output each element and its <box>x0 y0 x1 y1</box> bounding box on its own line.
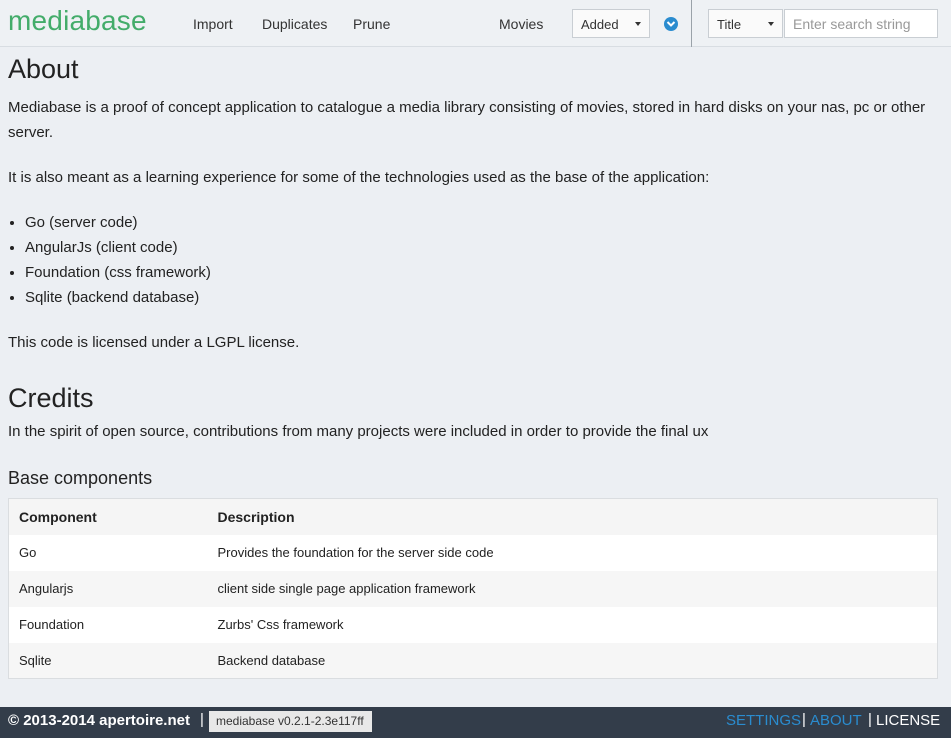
sort-direction-button[interactable] <box>664 17 678 31</box>
app-logo[interactable]: mediabase <box>8 5 147 37</box>
table-row: Angularjs client side single page applic… <box>8 570 938 607</box>
footer-link-license[interactable]: LICENSE <box>876 712 940 729</box>
description-cell: Provides the foundation for the server s… <box>207 534 938 571</box>
component-cell: Foundation <box>8 606 208 643</box>
components-table: Component Description Go Provides the fo… <box>8 498 938 679</box>
component-cell: Sqlite <box>8 642 208 679</box>
table-row: Sqlite Backend database <box>8 642 938 679</box>
footer: © 2013-2014 apertoire.net | mediabase v0… <box>0 707 951 738</box>
version-badge: mediabase v0.2.1-2.3e117ff <box>209 711 372 732</box>
chevron-down-icon <box>635 22 641 26</box>
chevron-down-icon <box>768 22 774 26</box>
credits-title: Credits <box>8 383 94 413</box>
chevron-down-icon <box>666 21 676 27</box>
about-title: About <box>8 54 79 84</box>
component-cell: Angularjs <box>8 570 208 607</box>
table-header-row: Component Description <box>8 498 938 535</box>
footer-link-about[interactable]: ABOUT <box>810 712 862 729</box>
base-components-title: Base components <box>8 468 153 488</box>
description-cell: Backend database <box>207 642 938 679</box>
description-cell: Zurbs' Css framework <box>207 606 938 643</box>
nav-movies[interactable]: Movies <box>499 16 543 32</box>
copyright-text: © 2013-2014 apertoire.net <box>8 712 190 729</box>
nav-duplicates[interactable]: Duplicates <box>262 16 327 32</box>
sort-select[interactable]: Added <box>572 9 650 38</box>
nav-import[interactable]: Import <box>193 16 233 32</box>
footer-separator: | <box>200 711 204 728</box>
list-item: AngularJs (client code) <box>25 235 938 260</box>
table-row: Foundation Zurbs' Css framework <box>8 606 938 643</box>
component-cell: Go <box>8 534 208 571</box>
nav-prune[interactable]: Prune <box>353 16 390 32</box>
list-item: Sqlite (backend database) <box>25 285 938 310</box>
footer-link-settings[interactable]: SETTINGS <box>726 712 801 729</box>
main-content: About Mediabase is a proof of concept ap… <box>8 52 938 679</box>
header-divider <box>691 0 692 47</box>
column-header-component: Component <box>8 498 208 535</box>
search-input[interactable] <box>784 9 938 38</box>
description-cell: client side single page application fram… <box>207 570 938 607</box>
list-item: Go (server code) <box>25 210 938 235</box>
table-row: Go Provides the foundation for the serve… <box>8 534 938 571</box>
search-field-value: Title <box>717 17 742 32</box>
technology-list: Go (server code) AngularJs (client code)… <box>8 210 938 310</box>
about-learning: It is also meant as a learning experienc… <box>8 169 710 186</box>
sort-select-value: Added <box>581 17 619 32</box>
list-item: Foundation (css framework) <box>25 260 938 285</box>
footer-separator: | <box>868 711 872 728</box>
credits-intro: In the spirit of open source, contributi… <box>8 423 709 440</box>
about-intro: Mediabase is a proof of concept applicat… <box>8 99 926 141</box>
search-field-select[interactable]: Title <box>708 9 783 38</box>
column-header-description: Description <box>207 498 938 535</box>
license-text: This code is licensed under a LGPL licen… <box>8 334 300 351</box>
top-bar: mediabase Import Duplicates Prune Movies… <box>0 0 951 47</box>
footer-separator: | <box>802 711 806 728</box>
